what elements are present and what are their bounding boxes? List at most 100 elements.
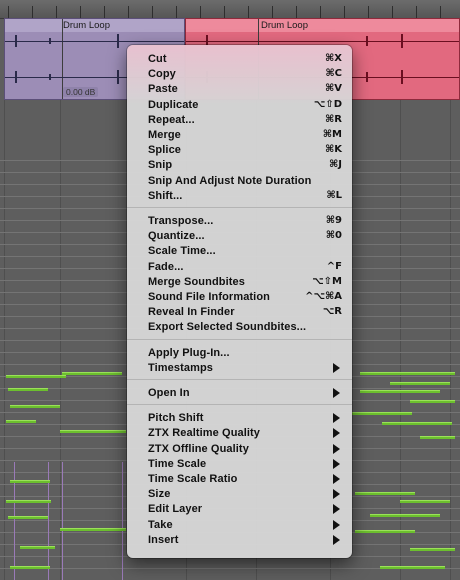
midi-note[interactable]	[390, 382, 450, 385]
menu-item-duplicate[interactable]: Duplicate ⌥⇧D	[127, 98, 352, 113]
waveform-peak	[366, 72, 368, 82]
midi-note[interactable]	[352, 412, 412, 415]
menu-item-shortcut: ⌘X	[325, 53, 342, 64]
menu-item-label: Export Selected Soundbites...	[148, 321, 307, 334]
menu-item-fade[interactable]: Fade... ^F	[127, 260, 352, 275]
menu-item-timestamps[interactable]: Timestamps	[127, 361, 352, 376]
menu-item-label: Duplicate	[148, 98, 199, 111]
menu-item-label: Merge Soundbites	[148, 275, 245, 288]
midi-note[interactable]	[20, 546, 55, 549]
menu-item-size[interactable]: Size	[127, 487, 352, 502]
menu-item-snip-and-adjust-note-duration[interactable]: Snip And Adjust Note Duration	[127, 174, 352, 189]
menu-item-label: Timestamps	[148, 361, 213, 374]
midi-note[interactable]	[410, 400, 455, 403]
gain-readout[interactable]: 0.00 dB	[63, 87, 99, 97]
menu-item-label: Apply Plug-In...	[148, 346, 230, 359]
menu-item-paste[interactable]: Paste ⌘V	[127, 82, 352, 97]
menu-item-label: Repeat...	[148, 113, 195, 126]
menu-item-shortcut: ⌘C	[325, 68, 342, 80]
menu-item-quantize[interactable]: Quantize... ⌘0	[127, 229, 352, 244]
soundbite-title: Drum Loop	[261, 20, 308, 31]
menu-item-sound-file-information[interactable]: Sound File Information ^⌥⌘A	[127, 290, 352, 305]
menu-item-export-selected-soundbites[interactable]: Export Selected Soundbites...	[127, 320, 352, 335]
soundbite-header[interactable]	[186, 19, 459, 32]
midi-note[interactable]	[360, 372, 455, 375]
midi-note[interactable]	[10, 566, 50, 569]
menu-item-shortcut: ⌘0	[325, 230, 342, 242]
ruler-tick	[296, 6, 297, 18]
menu-item-shift[interactable]: Shift... ⌘L	[127, 189, 352, 204]
midi-note[interactable]	[10, 480, 50, 483]
menu-item-merge-soundbites[interactable]: Merge Soundbites ⌥⇧M	[127, 275, 352, 290]
menu-item-shortcut: ⌘M	[322, 129, 342, 140]
submenu-arrow-icon	[333, 413, 340, 424]
region-boundary	[122, 462, 123, 580]
menu-item-copy[interactable]: Copy ⌘C	[127, 67, 352, 82]
midi-note[interactable]	[8, 516, 48, 519]
menu-item-ztx-offline-quality[interactable]: ZTX Offline Quality	[127, 442, 352, 457]
menu-item-ztx-realtime-quality[interactable]: ZTX Realtime Quality	[127, 426, 352, 441]
waveform-peak	[117, 70, 119, 84]
ruler-tick	[56, 6, 57, 18]
ruler-tick	[224, 6, 225, 18]
menu-separator	[127, 404, 352, 406]
submenu-arrow-icon	[333, 428, 340, 439]
menu-item-insert[interactable]: Insert	[127, 533, 352, 548]
menu-item-snip[interactable]: Snip ⌘J	[127, 158, 352, 173]
menu-item-open-in[interactable]: Open In	[127, 386, 352, 401]
submenu-arrow-icon	[333, 489, 340, 500]
menu-item-time-scale-ratio[interactable]: Time Scale Ratio	[127, 472, 352, 487]
menu-item-label: Time Scale	[148, 457, 207, 470]
menu-item-time-scale[interactable]: Time Scale	[127, 457, 352, 472]
menu-item-reveal-in-finder[interactable]: Reveal In Finder ⌥R	[127, 305, 352, 320]
menu-item-label: Merge	[148, 129, 181, 141]
midi-note[interactable]	[410, 548, 455, 551]
menu-item-label: Insert	[148, 533, 179, 546]
menu-item-take[interactable]: Take	[127, 518, 352, 533]
menu-item-scale-time[interactable]: Scale Time...	[127, 244, 352, 259]
menu-item-transpose[interactable]: Transpose... ⌘9	[127, 214, 352, 229]
submenu-arrow-icon	[333, 362, 340, 373]
midi-note[interactable]	[420, 436, 455, 439]
midi-note[interactable]	[400, 500, 450, 503]
midi-note[interactable]	[360, 390, 440, 393]
waveform-peak	[366, 36, 368, 46]
midi-note[interactable]	[62, 372, 122, 375]
menu-item-cut[interactable]: Cut ⌘X	[127, 52, 352, 67]
midi-note[interactable]	[370, 514, 440, 517]
soundbite-title: Drum Loop	[63, 20, 110, 31]
ruler-tick	[248, 6, 249, 18]
waveform-peak	[401, 70, 403, 84]
midi-note[interactable]	[380, 566, 445, 569]
midi-note[interactable]	[60, 528, 126, 531]
midi-note[interactable]	[6, 375, 66, 378]
menu-item-label: Reveal In Finder	[148, 306, 235, 319]
menu-item-edit-layer[interactable]: Edit Layer	[127, 502, 352, 517]
midi-note[interactable]	[355, 530, 415, 533]
ruler-tick	[200, 6, 201, 18]
menu-item-apply-plug-in[interactable]: Apply Plug-In...	[127, 346, 352, 361]
midi-note[interactable]	[10, 405, 60, 408]
waveform-peak	[117, 34, 119, 48]
menu-item-label: Scale Time...	[148, 245, 216, 258]
menu-item-label: Open In	[148, 387, 190, 399]
midi-note[interactable]	[6, 420, 36, 423]
menu-separator	[127, 338, 352, 340]
menu-item-merge[interactable]: Merge ⌘M	[127, 128, 352, 143]
menu-item-pitch-shift[interactable]: Pitch Shift	[127, 411, 352, 426]
midi-note[interactable]	[60, 430, 126, 433]
menu-item-label: Edit Layer	[148, 503, 203, 516]
submenu-arrow-icon	[333, 443, 340, 454]
context-menu: Cut ⌘X Copy ⌘C Paste ⌘V Duplicate ⌥⇧D Repeat... ⌘…	[127, 45, 352, 558]
midi-note[interactable]	[8, 388, 48, 391]
menu-item-repeat[interactable]: Repeat... ⌘R	[127, 113, 352, 128]
menu-item-shortcut: ⌘L	[326, 189, 342, 201]
timeline-ruler[interactable]	[0, 0, 460, 19]
midi-note[interactable]	[382, 422, 452, 425]
menu-item-splice[interactable]: Splice ⌘K	[127, 143, 352, 158]
midi-note[interactable]	[6, 500, 51, 503]
ruler-tick	[176, 6, 177, 18]
menu-item-label: Snip	[148, 159, 173, 172]
midi-note[interactable]	[355, 492, 415, 495]
ruler-tick	[152, 6, 153, 18]
